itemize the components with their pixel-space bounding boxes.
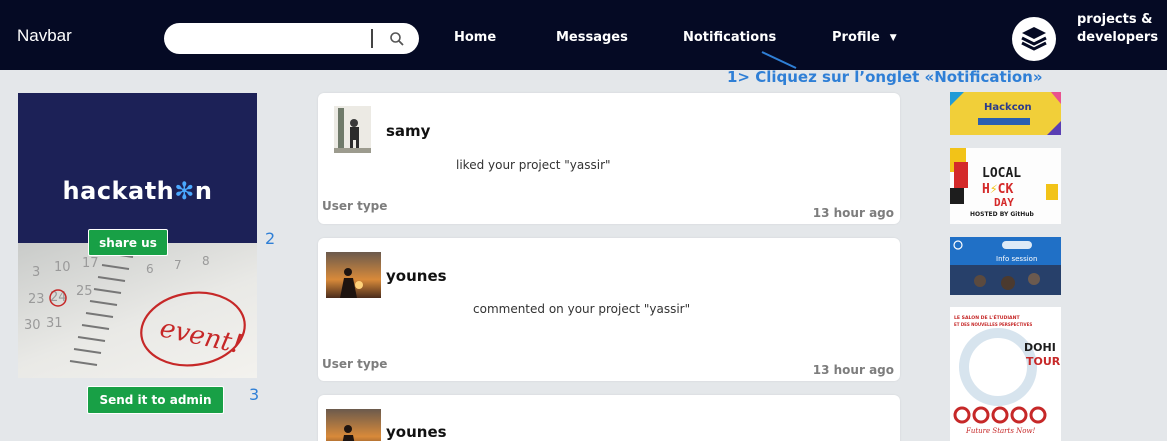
notification-message: liked your project "yassir": [456, 158, 611, 172]
svg-text:TOUR: TOUR: [1026, 355, 1061, 368]
notification-card[interactable]: younes: [318, 395, 900, 441]
nav-home[interactable]: Home: [454, 30, 496, 45]
svg-text:ET DES NOUVELLES PERSPECTIVES: ET DES NOUVELLES PERSPECTIVES: [954, 322, 1032, 327]
svg-text:8: 8: [202, 254, 210, 268]
side-ad-local-hack-day[interactable]: LOCAL H⚡CK DAY HOSTED BY GitHub: [950, 148, 1061, 224]
salon-tour-poster: LE SALON DE L'ÉTUDIANT ET DES NOUVELLES …: [950, 307, 1061, 441]
avatar: [326, 409, 381, 441]
notification-time: 13 hour ago: [812, 363, 894, 377]
annotation-step3: 3: [249, 385, 260, 404]
svg-text:HOSTED BY GitHub: HOSTED BY GitHub: [970, 211, 1035, 218]
share-us-button[interactable]: share us: [88, 229, 168, 256]
search-divider: [371, 29, 373, 48]
logo-text-line1: projects &: [1077, 12, 1153, 27]
svg-text:30: 30: [24, 318, 41, 333]
svg-text:23: 23: [28, 292, 45, 307]
nav-profile-label: Profile: [832, 30, 880, 45]
svg-text:17: 17: [82, 256, 99, 271]
side-ad-info-session[interactable]: Info session: [950, 237, 1061, 295]
avatar: [326, 252, 381, 298]
ad-banner-top: hackath✻n: [18, 93, 257, 243]
svg-text:DAY: DAY: [994, 196, 1014, 209]
svg-text:Info session: Info session: [996, 255, 1037, 263]
svg-text:Future Starts Now!: Future Starts Now!: [965, 427, 1035, 435]
search-icon[interactable]: [388, 30, 406, 48]
svg-text:10: 10: [54, 260, 71, 275]
notification-username[interactable]: younes: [386, 423, 447, 441]
ad-title: hackath✻n: [62, 177, 213, 205]
svg-text:3: 3: [32, 265, 40, 280]
side-ad-salon-tour[interactable]: LE SALON DE L'ÉTUDIANT ET DES NOUVELLES …: [950, 307, 1061, 441]
logo-icon[interactable]: [1012, 17, 1056, 61]
notification-username[interactable]: samy: [386, 122, 430, 140]
hackcon-poster: Hackcon: [950, 92, 1061, 135]
send-to-admin-button[interactable]: Send it to admin: [87, 386, 224, 414]
notification-user-type: User type: [322, 199, 388, 213]
notification-card[interactable]: younes commented on your project "yassir…: [318, 238, 900, 381]
svg-text:6: 6: [146, 262, 154, 276]
svg-text:7: 7: [174, 258, 182, 272]
nav-notifications[interactable]: Notifications: [683, 30, 776, 45]
svg-text:25: 25: [76, 284, 93, 299]
local-hack-day-poster: LOCAL H⚡CK DAY HOSTED BY GitHub: [950, 148, 1061, 224]
notification-user-type: User type: [322, 357, 388, 371]
nav-messages[interactable]: Messages: [556, 30, 628, 45]
search-input[interactable]: [176, 28, 361, 49]
logo-text-line2: developers: [1077, 30, 1159, 45]
layers-icon: [1021, 27, 1047, 51]
calendar-image: 3 10 17 23 24 25 30 31 678 event!: [18, 243, 257, 378]
notification-username[interactable]: younes: [386, 267, 447, 285]
caret-down-icon: ▼: [889, 32, 897, 43]
svg-text:LOCAL: LOCAL: [982, 166, 1021, 181]
avatar: [334, 106, 371, 153]
navbar-brand[interactable]: Navbar: [17, 26, 72, 46]
notification-time: 13 hour ago: [812, 206, 894, 220]
info-session-poster: Info session: [950, 237, 1061, 295]
annotation-step2: 2: [265, 229, 276, 248]
annotation-step1: 1> Cliquez sur l’onglet «Notification»: [727, 68, 1043, 86]
search-bar: [164, 23, 419, 54]
svg-text:DOHI: DOHI: [1024, 341, 1056, 354]
svg-text:Hackcon: Hackcon: [984, 102, 1032, 113]
svg-text:event!: event!: [157, 313, 245, 360]
side-ad-hackcon[interactable]: Hackcon: [950, 92, 1061, 135]
navbar: Navbar Home Messages Notifications Profi…: [0, 0, 1167, 70]
nav-profile[interactable]: Profile ▼: [832, 30, 897, 45]
notification-message: commented on your project "yassir": [473, 302, 691, 316]
notification-card[interactable]: samy liked your project "yassir" User ty…: [318, 93, 900, 224]
svg-text:H⚡CK: H⚡CK: [982, 182, 1013, 197]
calendar-illustration: 3 10 17 23 24 25 30 31 678 event!: [24, 252, 246, 367]
svg-text:31: 31: [46, 316, 63, 331]
logo-text: projects & developers: [1077, 11, 1167, 47]
